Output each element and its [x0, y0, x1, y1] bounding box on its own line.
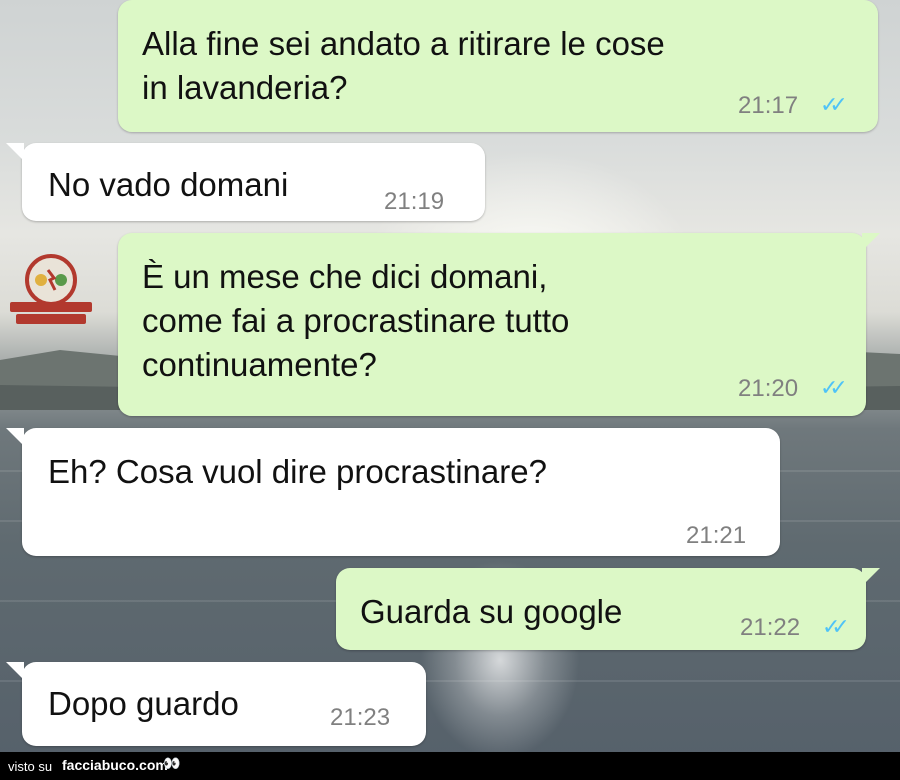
message-time: 21:19: [384, 188, 445, 215]
bubble-tail: [6, 428, 24, 446]
message-bubble-outgoing[interactable]: È un mese che dici domani, come fai a pr…: [118, 233, 880, 416]
watermark-logo: [10, 254, 92, 324]
bubble-tail: [862, 568, 880, 586]
message-bubble-outgoing[interactable]: Alla fine sei andato a ritirare le cose …: [118, 0, 878, 132]
message-text: Dopo guardo: [48, 685, 239, 722]
message-bubble-incoming[interactable]: No vado domani 21:19: [6, 143, 485, 221]
message-bubble-incoming[interactable]: Eh? Cosa vuol dire procrastinare? 21:21: [6, 428, 780, 556]
bubble-tail: [862, 233, 880, 251]
footer-prefix: visto su: [8, 759, 53, 774]
message-bubble-outgoing[interactable]: Guarda su google 21:22 ✓✓: [336, 568, 880, 650]
message-time: 21:22: [740, 614, 801, 641]
footer-bar: visto su facciabuco.com 👀: [0, 752, 900, 780]
read-receipt-icon: ✓✓: [820, 375, 848, 400]
message-time: 21:20: [738, 375, 799, 402]
message-text: No vado domani: [48, 166, 289, 203]
message-time: 21:21: [686, 522, 747, 549]
bubble-tail: [6, 662, 24, 680]
message-text: Alla fine sei andato a ritirare le cose …: [142, 25, 665, 106]
message-text: Eh? Cosa vuol dire procrastinare?: [48, 453, 547, 490]
message-time: 21:23: [330, 704, 391, 731]
message-time: 21:17: [738, 92, 799, 119]
eyes-icon: 👀: [163, 755, 180, 771]
message-text: Guarda su google: [360, 593, 623, 630]
footer-site-link[interactable]: facciabuco.com: [62, 757, 168, 773]
message-bubble-incoming[interactable]: Dopo guardo 21:23: [6, 662, 426, 746]
bubble-tail: [6, 143, 24, 161]
message-text: È un mese che dici domani, come fai a pr…: [142, 258, 570, 383]
read-receipt-icon: ✓✓: [820, 92, 848, 117]
read-receipt-icon: ✓✓: [822, 614, 850, 639]
